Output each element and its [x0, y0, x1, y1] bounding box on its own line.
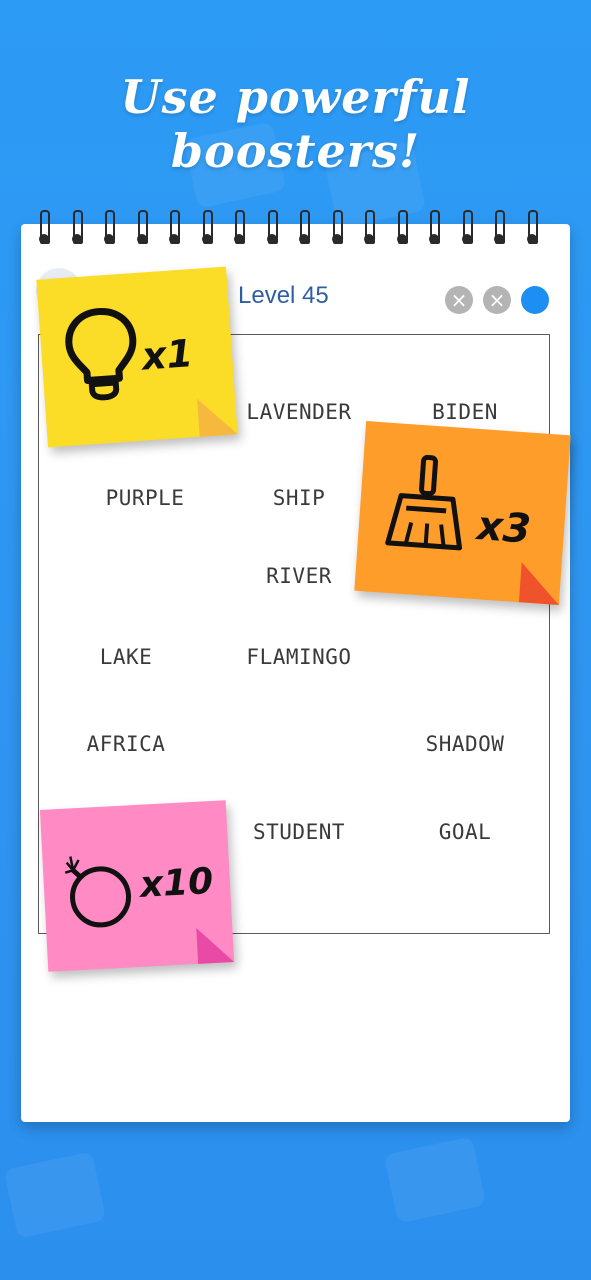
word-tile[interactable]: FLAMINGO — [246, 645, 351, 669]
word-tile[interactable]: SHADOW — [426, 732, 505, 756]
word-tile[interactable]: PURPLE — [106, 486, 185, 510]
booster-count: x3 — [475, 503, 533, 553]
booster-count: x1 — [140, 331, 195, 379]
word-tile[interactable]: GOAL — [439, 820, 492, 844]
word-tile[interactable]: AFRICA — [87, 732, 166, 756]
word-tile[interactable]: RIVER — [266, 564, 332, 588]
word-tile[interactable]: BIDEN — [432, 400, 498, 424]
binding-ring — [169, 210, 180, 244]
booster-note-hint[interactable]: x1 — [36, 266, 238, 448]
spiral-binding — [21, 210, 570, 250]
binding-ring — [526, 210, 538, 244]
background-tile — [383, 1136, 487, 1224]
page-curl — [518, 562, 562, 605]
word-tile[interactable]: STUDENT — [253, 820, 345, 844]
bomb-icon — [64, 856, 132, 928]
status-dot-icon[interactable] — [521, 286, 549, 314]
binding-ring — [234, 210, 245, 244]
word-tile[interactable]: LAKE — [100, 645, 153, 669]
binding-ring — [461, 210, 473, 244]
binding-ring — [39, 210, 50, 244]
binding-ring — [201, 210, 213, 244]
binding-ring — [71, 210, 83, 244]
binding-ring — [494, 210, 505, 244]
binding-ring — [136, 210, 148, 244]
background-tile — [3, 1151, 107, 1239]
word-tile[interactable]: SHIP — [273, 486, 326, 510]
binding-ring — [429, 210, 440, 244]
binding-ring — [266, 210, 278, 244]
binding-ring — [396, 210, 408, 244]
booster-note-bomb[interactable]: x10 — [39, 800, 235, 972]
binding-ring — [364, 210, 375, 244]
promo-headline: Use powerful boosters! — [120, 70, 471, 178]
page-curl — [196, 926, 235, 964]
lightbulb-icon — [65, 308, 137, 401]
binding-ring — [331, 210, 343, 244]
booster-count: x10 — [138, 861, 215, 906]
broom-icon — [385, 454, 463, 551]
close-icon[interactable]: × — [445, 286, 473, 314]
level-title: Level 45 — [238, 282, 329, 309]
word-tile[interactable]: LAVENDER — [246, 400, 351, 424]
binding-ring — [299, 210, 310, 244]
close-icon[interactable]: × — [483, 286, 511, 314]
booster-note-broom[interactable]: x3 — [354, 421, 571, 605]
binding-ring — [104, 210, 115, 244]
page-curl — [197, 396, 238, 437]
